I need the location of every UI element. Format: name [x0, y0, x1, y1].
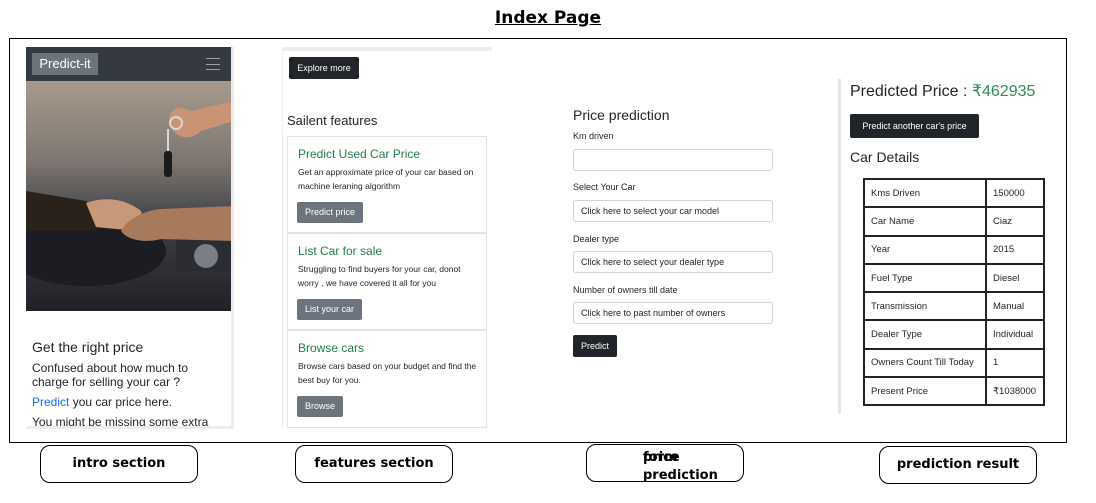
feature-card-predict: Predict Used Car Price Get an approximat…	[287, 136, 487, 233]
table-row: Transmission Manual	[863, 291, 1045, 322]
row-label: Dealer Type	[863, 319, 987, 350]
row-label: Car Name	[863, 206, 987, 237]
price-prediction-form: Price prediction Km driven Select Your C…	[570, 99, 780, 357]
feature-title: Predict Used Car Price	[298, 147, 421, 161]
dealer-type-select[interactable]: Click here to select your dealer type	[573, 251, 773, 273]
screens-frame: Predict-it Get the right price Confused …	[9, 38, 1067, 443]
row-value: Diesel	[985, 262, 1045, 294]
explore-more-button[interactable]: Explore more	[289, 57, 359, 79]
row-label: Owners Count Till Today	[863, 347, 987, 379]
intro-link-rest: you car price here.	[69, 395, 173, 409]
table-row: Fuel Type Diesel	[863, 262, 1045, 294]
predicted-price-label: Predicted Price :	[850, 83, 972, 100]
feature-title: Browse cars	[298, 341, 365, 355]
predict-price-button[interactable]: Predict price	[297, 202, 364, 223]
row-value: 2015	[985, 234, 1045, 265]
predict-another-button[interactable]: Predict another car's price	[850, 114, 979, 138]
row-value: 1	[985, 347, 1045, 379]
list-your-car-button[interactable]: List your car	[297, 299, 363, 320]
table-row: Car Name Ciaz	[863, 206, 1045, 237]
caption-features-section: features section	[295, 445, 453, 483]
caption-intro-section: intro section	[40, 445, 198, 483]
km-driven-label: Km driven	[573, 131, 614, 141]
row-label: Present Price	[863, 376, 987, 407]
feature-card-browse: Browse cars Browse cars based on your bu…	[287, 330, 487, 428]
features-title: Sailent features	[287, 113, 378, 128]
intro-text: Confused about how much to charge for se…	[32, 361, 189, 389]
row-value: Individual	[985, 319, 1045, 350]
feature-card-list: List Car for sale Struggling to find buy…	[287, 233, 487, 330]
row-value: ₹1038000	[985, 376, 1045, 407]
km-driven-input[interactable]	[573, 149, 773, 171]
feature-text: Get an approximate price of your car bas…	[298, 167, 474, 191]
table-row: Owners Count Till Today 1	[863, 347, 1045, 379]
caption-text: prediction result	[896, 457, 1020, 472]
predict-link[interactable]: Predict	[32, 395, 69, 409]
table-row: Present Price ₹1038000	[863, 376, 1045, 407]
select-car-label: Select Your Car	[573, 182, 636, 192]
row-label: Transmission	[863, 291, 987, 322]
car-details-title: Car Details	[850, 149, 920, 165]
row-value: Ciaz	[985, 206, 1045, 237]
predicted-price-value: ₹462935	[971, 83, 1036, 100]
browse-button[interactable]: Browse	[297, 396, 344, 417]
prediction-result: Predicted Price : ₹462935 Predict anothe…	[838, 79, 1058, 414]
form-title: Price prediction	[573, 107, 670, 123]
table-row: Year 2015	[863, 234, 1045, 265]
handshake-keys-illustration	[26, 101, 231, 286]
row-label: Year	[863, 234, 987, 265]
intro-section: Predict-it Get the right price Confused …	[26, 47, 234, 429]
intro-link-line: Predict you car price here.	[32, 395, 172, 409]
feature-text: Struggling to find buyers for your car, …	[298, 264, 461, 288]
feature-text: Browse cars based on your budget and fin…	[298, 361, 477, 385]
row-value: Manual	[985, 291, 1045, 322]
owners-input[interactable]: Click here to past number of owners	[573, 302, 773, 324]
car-details-table: Kms Driven 150000 Car Name Ciaz Year 2015 F…	[863, 177, 1045, 407]
car-model-select[interactable]: Click here to select your car model	[573, 200, 773, 222]
menu-icon[interactable]	[206, 58, 220, 70]
caption-text: price prediction form	[615, 447, 743, 483]
brand-button[interactable]: Predict-it	[32, 53, 98, 75]
caption-text: intro section	[72, 456, 166, 471]
row-value: 150000	[985, 177, 1045, 209]
hero-image	[26, 81, 231, 311]
caption-text: features section	[314, 456, 434, 471]
caption-price-prediction-form: price prediction form	[586, 444, 744, 483]
feature-title: List Car for sale	[298, 244, 383, 258]
page-heading: Index Page	[494, 8, 602, 28]
caption-line-2: form	[643, 450, 678, 465]
owners-label: Number of owners till date	[573, 285, 678, 295]
caption-prediction-result: prediction result	[879, 446, 1037, 484]
row-label: Kms Driven	[863, 177, 987, 209]
table-row: Kms Driven 150000	[863, 177, 1045, 209]
row-label: Fuel Type	[863, 262, 987, 294]
table-row: Dealer Type Individual	[863, 319, 1045, 350]
features-section: Explore more Sailent features Predict Us…	[282, 47, 492, 429]
intro-title: Get the right price	[32, 339, 144, 355]
predicted-price-heading: Predicted Price : ₹462935	[850, 81, 1035, 101]
predict-button[interactable]: Predict	[573, 335, 618, 357]
intro-cut-text: You might be missing some extra	[32, 415, 209, 429]
navbar: Predict-it	[26, 47, 231, 81]
dealer-type-label: Dealer type	[573, 234, 620, 244]
